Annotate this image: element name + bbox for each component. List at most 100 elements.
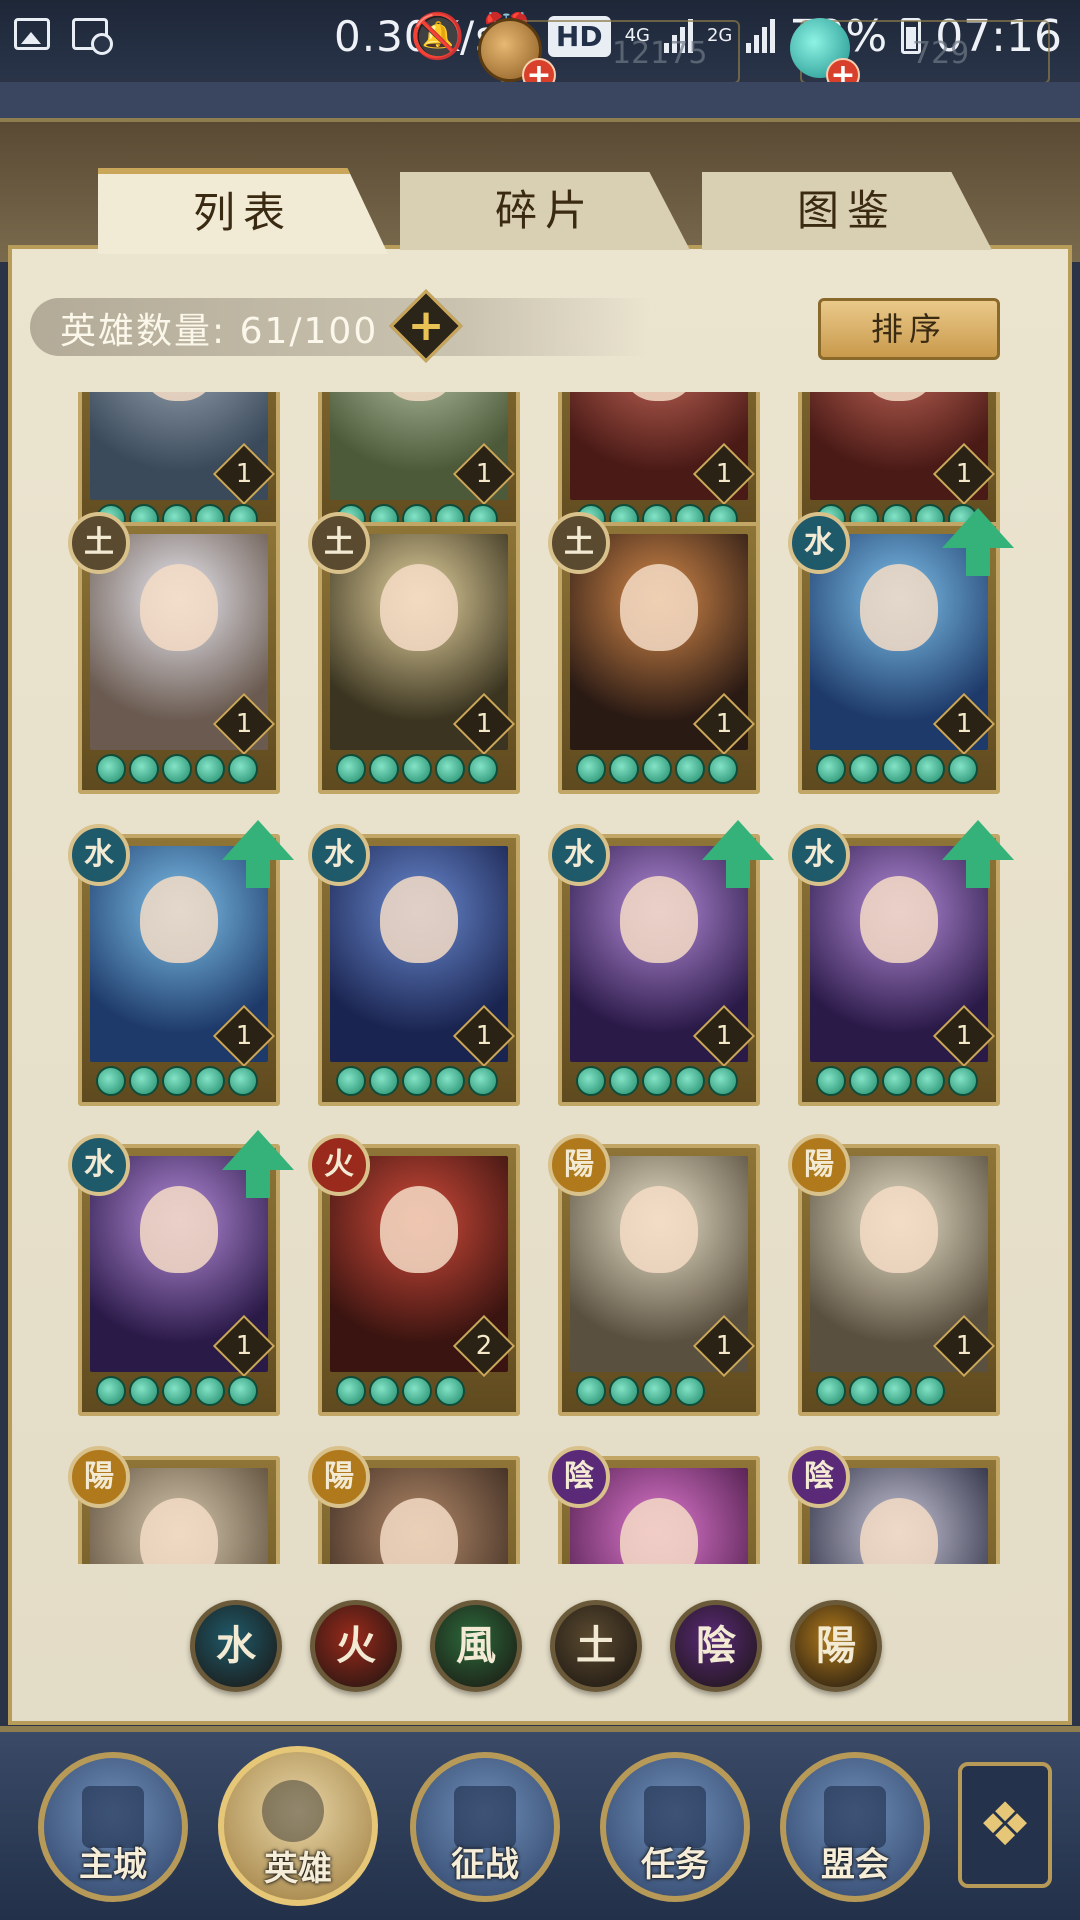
star-jade-icon bbox=[609, 1066, 639, 1096]
star-jade-icon bbox=[609, 754, 639, 784]
hero-card[interactable]: 1水 bbox=[68, 1130, 294, 1416]
nav-alliance[interactable]: 盟会 bbox=[780, 1752, 930, 1902]
hero-count: 英雄数量: 61/100 bbox=[60, 311, 379, 352]
element-badge: 土 bbox=[548, 512, 610, 574]
nav-heroes[interactable]: 英雄 bbox=[218, 1746, 378, 1906]
star-jade-icon bbox=[468, 754, 498, 784]
hero-card[interactable]: 1土 bbox=[308, 512, 520, 794]
element-badge: 土 bbox=[68, 512, 130, 574]
star-jade-icon bbox=[369, 1376, 399, 1406]
star-jade-icon bbox=[675, 754, 705, 784]
gallery-notification-icon bbox=[14, 18, 50, 50]
hero-card[interactable]: 陰 bbox=[788, 1446, 1000, 1564]
hero-grid[interactable]: 11111土1土1土1水1水1水1水1水1水2火1陽1陽陽陽陰陰 bbox=[60, 392, 1020, 1564]
tab-fragments[interactable]: 碎片 bbox=[400, 172, 690, 250]
upgrade-arrow-icon bbox=[222, 1130, 294, 1198]
hero-card[interactable]: 1陽 bbox=[548, 1134, 760, 1416]
star-jade-icon bbox=[369, 754, 399, 784]
hero-level: 1 bbox=[715, 709, 733, 739]
nav-tasks[interactable]: 任务 bbox=[600, 1752, 750, 1902]
hero-card[interactable]: 2火 bbox=[308, 1134, 520, 1416]
hero-level: 1 bbox=[955, 459, 973, 489]
star-jade-icon bbox=[162, 1066, 192, 1096]
hero-level: 1 bbox=[235, 1021, 253, 1051]
hero-card[interactable]: 1水 bbox=[788, 508, 1014, 794]
star-jade-icon bbox=[402, 1376, 432, 1406]
star-jade-icon bbox=[675, 1066, 705, 1096]
element-badge: 陽 bbox=[548, 1134, 610, 1196]
filter-yang-button[interactable]: 陽 bbox=[790, 1600, 882, 1692]
hero-level: 1 bbox=[955, 709, 973, 739]
more-menu-button[interactable]: ❖ bbox=[958, 1762, 1052, 1888]
star-jade-icon bbox=[402, 1066, 432, 1096]
hero-card[interactable]: 1水 bbox=[308, 824, 520, 1106]
hero-card[interactable]: 1水 bbox=[68, 820, 294, 1106]
hero-card[interactable]: 陰 bbox=[548, 1446, 760, 1564]
hero-star-row bbox=[576, 754, 738, 784]
star-jade-icon bbox=[576, 1376, 606, 1406]
star-jade-icon bbox=[948, 754, 978, 784]
hero-card[interactable]: 1陽 bbox=[788, 1134, 1000, 1416]
star-jade-icon bbox=[336, 1376, 366, 1406]
star-jade-icon bbox=[642, 1066, 672, 1096]
tab-list[interactable]: 列表 bbox=[98, 168, 388, 254]
hero-level: 1 bbox=[715, 459, 733, 489]
sort-button[interactable]: 排序 bbox=[818, 298, 1000, 360]
signal-icon-2 bbox=[746, 19, 776, 53]
element-badge: 水 bbox=[308, 824, 370, 886]
hero-level: 1 bbox=[235, 709, 253, 739]
filter-water-button[interactable]: 水 bbox=[190, 1600, 282, 1692]
hero-star-row bbox=[96, 1376, 258, 1406]
hero-star-row bbox=[816, 754, 978, 784]
star-jade-icon bbox=[849, 1066, 879, 1096]
hero-card[interactable]: 1土 bbox=[68, 512, 280, 794]
element-badge: 土 bbox=[308, 512, 370, 574]
upgrade-arrow-icon bbox=[702, 820, 774, 888]
hero-level: 1 bbox=[715, 1331, 733, 1361]
star-jade-icon bbox=[369, 1066, 399, 1096]
tab-collection[interactable]: 图鉴 bbox=[702, 172, 992, 250]
star-jade-icon bbox=[576, 754, 606, 784]
element-badge: 陰 bbox=[788, 1446, 850, 1508]
star-jade-icon bbox=[915, 1066, 945, 1096]
star-jade-icon bbox=[228, 754, 258, 784]
star-jade-icon bbox=[708, 754, 738, 784]
mute-icon: 🔕 bbox=[410, 11, 466, 62]
star-jade-icon bbox=[129, 1066, 159, 1096]
star-jade-icon bbox=[468, 1066, 498, 1096]
filter-yin-button[interactable]: 陰 bbox=[670, 1600, 762, 1692]
nav-city[interactable]: 主城 bbox=[38, 1752, 188, 1902]
star-jade-icon bbox=[816, 1376, 846, 1406]
star-jade-icon bbox=[675, 1376, 705, 1406]
hero-level: 2 bbox=[475, 1331, 493, 1361]
hero-level: 1 bbox=[475, 459, 493, 489]
hero-star-row bbox=[816, 1376, 945, 1406]
star-jade-icon bbox=[915, 1376, 945, 1406]
element-badge: 陽 bbox=[68, 1446, 130, 1508]
star-jade-icon bbox=[96, 754, 126, 784]
star-jade-icon bbox=[435, 1066, 465, 1096]
star-jade-icon bbox=[642, 1376, 672, 1406]
hero-star-row bbox=[336, 754, 498, 784]
hero-level: 1 bbox=[955, 1331, 973, 1361]
star-jade-icon bbox=[882, 1376, 912, 1406]
upgrade-arrow-icon bbox=[222, 820, 294, 888]
hero-card[interactable]: 陽 bbox=[308, 1446, 520, 1564]
hero-card[interactable]: 1水 bbox=[548, 820, 774, 1106]
hero-card[interactable]: 1土 bbox=[548, 512, 760, 794]
star-jade-icon bbox=[402, 754, 432, 784]
star-jade-icon bbox=[948, 1066, 978, 1096]
hero-star-row bbox=[336, 1066, 498, 1096]
nav-battle[interactable]: 征战 bbox=[410, 1752, 560, 1902]
star-jade-icon bbox=[435, 1376, 465, 1406]
filter-fire-button[interactable]: 火 bbox=[310, 1600, 402, 1692]
filter-wind-button[interactable]: 風 bbox=[430, 1600, 522, 1692]
element-badge: 水 bbox=[68, 1134, 130, 1196]
star-jade-icon bbox=[195, 754, 225, 784]
filter-earth-button[interactable]: 土 bbox=[550, 1600, 642, 1692]
hero-card[interactable]: 1水 bbox=[788, 820, 1014, 1106]
star-jade-icon bbox=[882, 754, 912, 784]
hero-card[interactable]: 陽 bbox=[68, 1446, 280, 1564]
star-jade-icon bbox=[228, 1066, 258, 1096]
upgrade-arrow-icon bbox=[942, 508, 1014, 576]
